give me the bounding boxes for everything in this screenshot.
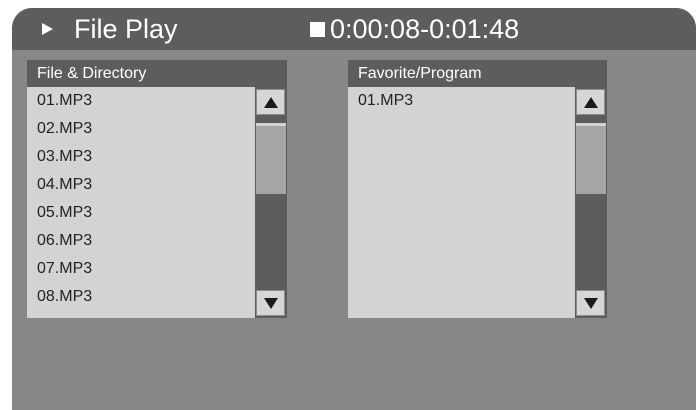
scroll-up-button[interactable] xyxy=(256,89,285,115)
mode-title: File Play xyxy=(74,14,178,44)
file-directory-list-area: 01.MP3 02.MP3 03.MP3 04.MP3 05.MP3 06.MP… xyxy=(27,87,287,318)
file-directory-header: File & Directory xyxy=(27,60,287,87)
triangle-up-icon xyxy=(584,97,598,108)
favorite-program-list-area: 01.MP3 xyxy=(348,87,607,318)
program-item[interactable]: 01.MP3 xyxy=(348,87,413,115)
file-item[interactable]: 07.MP3 xyxy=(27,255,92,283)
triangle-down-icon xyxy=(264,298,278,309)
scroll-down-button[interactable] xyxy=(256,290,285,316)
program-list: 01.MP3 xyxy=(348,87,413,115)
file-item[interactable]: 03.MP3 xyxy=(27,143,92,171)
file-item[interactable]: 04.MP3 xyxy=(27,171,92,199)
time-display: 0:00:08-0:01:48 xyxy=(330,14,520,44)
program-list-scrollbar[interactable] xyxy=(575,87,607,318)
stop-icon xyxy=(310,22,325,37)
file-list: 01.MP3 02.MP3 03.MP3 04.MP3 05.MP3 06.MP… xyxy=(27,87,92,311)
play-icon xyxy=(42,23,53,35)
player-screen: File Play 0:00:08-0:01:48 File & Directo… xyxy=(12,8,696,410)
file-item[interactable]: 01.MP3 xyxy=(27,87,92,115)
file-item[interactable]: 08.MP3 xyxy=(27,283,92,311)
favorite-program-header: Favorite/Program xyxy=(348,60,607,87)
scroll-down-button[interactable] xyxy=(576,290,605,316)
triangle-down-icon xyxy=(584,298,598,309)
file-item[interactable]: 05.MP3 xyxy=(27,199,92,227)
file-list-scrollbar[interactable] xyxy=(255,87,287,318)
scroll-up-button[interactable] xyxy=(576,89,605,115)
file-item[interactable]: 06.MP3 xyxy=(27,227,92,255)
triangle-up-icon xyxy=(264,97,278,108)
title-bar: File Play 0:00:08-0:01:48 xyxy=(12,8,696,50)
file-item[interactable]: 02.MP3 xyxy=(27,115,92,143)
favorite-program-panel: Favorite/Program 01.MP3 xyxy=(348,60,607,318)
file-directory-panel: File & Directory 01.MP3 02.MP3 03.MP3 04… xyxy=(27,60,287,318)
scroll-thumb[interactable] xyxy=(576,123,606,194)
scroll-thumb[interactable] xyxy=(256,123,286,194)
